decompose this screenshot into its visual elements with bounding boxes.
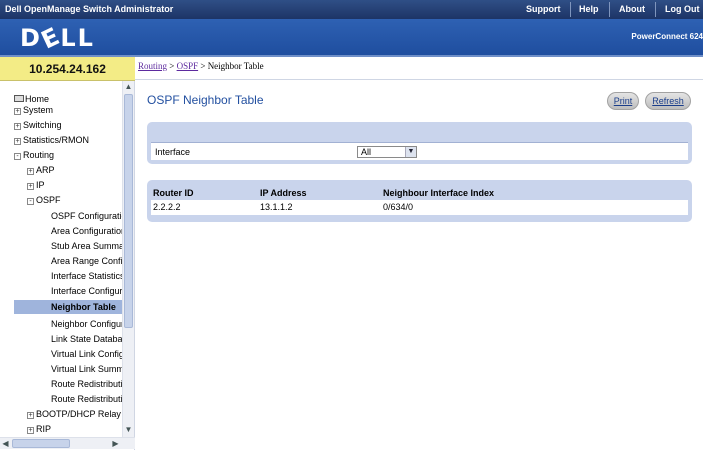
column-header-router-id: Router ID <box>153 188 194 198</box>
horizontal-scrollbar[interactable]: ◀ ▶ <box>0 437 135 449</box>
nav-item-interface-statistics[interactable]: Interface Statistics <box>51 271 125 281</box>
nav-item-virtual-link-config[interactable]: Virtual Link Config <box>51 349 124 359</box>
support-link[interactable]: Support <box>526 4 561 14</box>
help-link[interactable]: Help <box>579 4 599 14</box>
expand-icon[interactable]: + <box>27 427 34 434</box>
breadcrumb-routing-link[interactable]: Routing <box>138 61 167 71</box>
expand-icon[interactable]: + <box>27 412 34 419</box>
ip-address-cell: 13.1.1.2 <box>260 202 293 212</box>
expand-icon[interactable]: + <box>27 183 34 190</box>
navigation-tree: Home + System + Switching + Statistics/RMON… <box>0 81 135 450</box>
breadcrumb: Routing > OSPF > Neighbor Table <box>138 61 264 71</box>
nav-item-stub-area-summary[interactable]: Stub Area Summa <box>51 241 124 251</box>
router-id-cell: 2.2.2.2 <box>153 202 181 212</box>
expand-icon[interactable]: + <box>14 138 21 145</box>
nav-item-switching[interactable]: + Switching <box>14 120 62 130</box>
banner: DELL PowerConnect 624 <box>0 19 703 55</box>
nav-item-neighbor-table[interactable]: Neighbor Table <box>14 300 133 314</box>
nav-item-label: RIP <box>36 424 52 434</box>
nav-item-route-redistribution[interactable]: Route Redistributic <box>51 379 127 389</box>
scroll-right-icon[interactable]: ▶ <box>110 438 121 449</box>
interface-filter-row: Interface All ▼ <box>151 142 688 160</box>
nav-item-rip[interactable]: + RIP <box>27 424 51 434</box>
collapse-icon[interactable]: - <box>27 198 34 205</box>
nav-item-label: System <box>23 105 54 115</box>
nav-item-route-redistribution-2[interactable]: Route Redistributic <box>51 394 127 404</box>
dell-logo: DELL <box>20 21 95 55</box>
nav-item-label: Routing <box>23 150 55 160</box>
vertical-scrollbar[interactable]: ▲ ▼ <box>122 81 134 437</box>
nav-item-area-configuration[interactable]: Area Configuration <box>51 226 126 236</box>
nav-item-ospf-configuration[interactable]: OSPF Configuratic <box>51 211 126 221</box>
scrollbar-thumb[interactable] <box>12 439 70 448</box>
breadcrumb-current: Neighbor Table <box>207 61 264 71</box>
nav-item-arp[interactable]: + ARP <box>27 165 55 175</box>
collapse-icon[interactable]: - <box>14 153 21 160</box>
table-row: 2.2.2.2 13.1.1.2 0/634/0 <box>151 200 688 215</box>
scroll-down-icon[interactable]: ▼ <box>123 424 134 435</box>
nav-item-label: OSPF <box>36 195 61 205</box>
expand-icon[interactable]: + <box>27 168 34 175</box>
top-bar: Dell OpenManage Switch Administrator Sup… <box>0 0 703 19</box>
nav-item-label: BOOTP/DHCP Relay <box>36 409 121 419</box>
column-header-neighbour-interface-index: Neighbour Interface Index <box>383 188 495 198</box>
breadcrumb-separator: > <box>200 61 206 71</box>
interface-label: Interface <box>155 147 191 157</box>
about-link[interactable]: About <box>619 4 645 14</box>
scrollbar-thumb[interactable] <box>124 94 133 328</box>
nav-item-link-state-database[interactable]: Link State Databa <box>51 334 123 344</box>
page-title: OSPF Neighbor Table <box>147 93 264 107</box>
nav-item-home[interactable]: Home <box>14 94 49 104</box>
topbar-divider <box>655 2 656 17</box>
expand-icon[interactable]: + <box>14 123 21 130</box>
nav-item-label: Switching <box>23 120 62 130</box>
nav-item-ip[interactable]: + IP <box>27 180 45 190</box>
home-icon <box>14 95 24 102</box>
nav-item-label: ARP <box>36 165 55 175</box>
scroll-left-icon[interactable]: ◀ <box>0 438 11 449</box>
scroll-up-icon[interactable]: ▲ <box>123 81 134 92</box>
nav-item-ospf[interactable]: - OSPF <box>27 195 61 205</box>
refresh-button[interactable]: Refresh <box>645 92 691 110</box>
breadcrumb-divider <box>135 79 703 80</box>
nav-item-label: IP <box>36 180 45 190</box>
nav-item-area-range-config[interactable]: Area Range Config <box>51 256 128 266</box>
app-title: Dell OpenManage Switch Administrator <box>5 4 174 14</box>
nav-item-label: Home <box>25 94 50 104</box>
nav-item-bootp-dhcp-relay[interactable]: + BOOTP/DHCP Relay <box>27 409 121 419</box>
nav-item-routing[interactable]: - Routing <box>14 150 54 160</box>
interface-filter-panel: Interface All ▼ <box>147 122 692 164</box>
interface-select-value: All <box>361 147 372 157</box>
print-button-label: Print <box>613 96 633 106</box>
nav-item-system[interactable]: + System <box>14 105 53 115</box>
expand-icon[interactable]: + <box>14 108 21 115</box>
breadcrumb-separator: > <box>169 61 175 71</box>
logout-link[interactable]: Log Out <box>665 4 700 14</box>
refresh-button-label: Refresh <box>652 96 684 106</box>
column-header-ip-address: IP Address <box>260 188 307 198</box>
breadcrumb-ospf-link[interactable]: OSPF <box>177 61 199 71</box>
neighbor-table: Router ID IP Address Neighbour Interface… <box>147 180 692 222</box>
ip-address-box: 10.254.24.162 <box>0 57 135 81</box>
nav-item-statistics-rmon[interactable]: + Statistics/RMON <box>14 135 89 145</box>
nav-item-interface-configuration[interactable]: Interface Configura <box>51 286 128 296</box>
product-name: PowerConnect 624 <box>631 32 703 41</box>
neighbour-interface-index-cell: 0/634/0 <box>383 202 414 212</box>
print-button[interactable]: Print <box>607 92 639 110</box>
topbar-divider <box>609 2 610 17</box>
nav-item-label: Statistics/RMON <box>23 135 90 145</box>
interface-select[interactable]: All ▼ <box>357 146 417 158</box>
nav-item-neighbor-configuration[interactable]: Neighbor Configura <box>51 319 129 329</box>
nav-item-virtual-link-summary[interactable]: Virtual Link Summ <box>51 364 124 374</box>
chevron-down-icon[interactable]: ▼ <box>405 147 416 157</box>
topbar-divider <box>570 2 571 17</box>
